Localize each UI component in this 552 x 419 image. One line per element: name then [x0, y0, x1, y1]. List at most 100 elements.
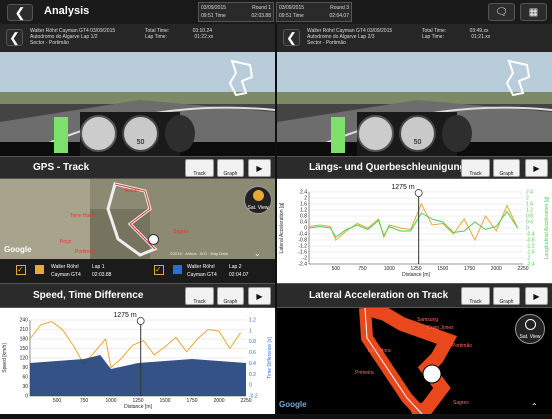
y2-tick-label: -2.4	[526, 262, 535, 268]
y2-tick-label: 0.4	[249, 361, 256, 367]
video-panel-right[interactable]: ❮ Walter Röhrl Cayman GT4 03/09/2015 Auto…	[277, 24, 552, 156]
lap1-time: 02:03.88	[92, 272, 112, 278]
map-label: Craig Jones	[427, 325, 454, 331]
y2-tick-label: 0.2	[249, 372, 256, 378]
graph-view-button[interactable]: Graph	[217, 159, 244, 177]
map-label: Ascari	[125, 188, 139, 194]
graph-view-button[interactable]: Graph	[493, 287, 520, 305]
y2-tick-label: 0	[249, 383, 252, 389]
map-label: Sagres	[453, 400, 469, 406]
chevron-down-icon[interactable]: ⌄	[254, 249, 261, 258]
chevron-up-icon[interactable]: ⌃	[531, 402, 538, 411]
track-minimap-right	[505, 59, 531, 97]
lap1-color-swatch	[35, 265, 44, 274]
x-tick-label: 1500	[159, 398, 170, 404]
speed-panel-header: Speed, Time Difference Track Graph ▶	[0, 283, 275, 308]
play-button[interactable]: ▶	[525, 159, 548, 177]
track-view-button[interactable]: Track	[185, 287, 214, 305]
y-tick-label: 60	[22, 375, 28, 381]
speedometer-right: 50	[399, 115, 436, 152]
video-back-button[interactable]: ❮	[283, 29, 300, 46]
position-marker-handle	[414, 189, 423, 197]
google-logo: Google	[4, 245, 32, 254]
lat-on-track-header: Lateral Acceleration on Track Track Grap…	[277, 283, 552, 308]
track-minimap-left	[228, 59, 254, 97]
gforce-gauge-right	[442, 115, 472, 152]
lap1-checkbox[interactable]: ✓	[16, 265, 26, 275]
play-button[interactable]: ▶	[248, 287, 271, 305]
position-marker-label: 1275 m	[391, 184, 415, 191]
sat-view-button[interactable]: Sat. View	[515, 314, 545, 344]
x-tick-label: 1000	[105, 398, 116, 404]
lap-legend: ✓ Walter Röhrl Lap 1 Cayman GT4 02:03.88…	[0, 259, 275, 283]
lateral-longitudinal-header: Längs- und Querbeschleunigung Track Grap…	[277, 156, 552, 179]
y2-tick-label: 0.8	[249, 339, 256, 345]
map-label: Torre Hora	[70, 213, 94, 219]
x-tick-label: 750	[80, 398, 89, 404]
gps-map[interactable]: Ascari Torre Hora Sagres Poço Portimão S…	[0, 179, 275, 259]
globe-icon	[253, 190, 264, 201]
graph-view-button[interactable]: Graph	[217, 287, 244, 305]
chevron-left-icon: ❮	[14, 4, 26, 20]
video-sector: Sector - Portimão	[307, 40, 346, 46]
steering-wheel-right	[357, 115, 394, 152]
map-label: Portimão	[452, 343, 473, 349]
car-position-marker	[148, 234, 159, 245]
globe-icon	[525, 319, 536, 330]
play-button[interactable]: ▶	[525, 287, 548, 305]
track-view-button[interactable]: Track	[185, 159, 214, 177]
x-tick-label: 500	[332, 266, 341, 272]
lap2-checkbox[interactable]: ✓	[154, 265, 164, 275]
throttle-bar-left	[54, 117, 68, 153]
y-tick-label: -2.4	[298, 262, 307, 268]
steering-wheel-left	[80, 115, 117, 152]
map-label: Portimão	[75, 249, 96, 255]
map-label: Primeira	[355, 370, 374, 376]
page-title: Analysis	[44, 5, 90, 17]
comment-button[interactable]: 🗨	[488, 3, 515, 21]
x-tick-label: 2000	[491, 266, 502, 272]
x-axis-label: Distance [m]	[124, 404, 152, 410]
session-round: Round 3	[330, 5, 349, 11]
sat-view-label: Sat. View	[247, 205, 269, 211]
map-label: Samsung	[417, 317, 439, 323]
lat-track-map[interactable]: Samsung Craig Jones Portimão Torre Hora …	[277, 308, 552, 414]
x-tick-label: 1750	[186, 398, 197, 404]
layout-button[interactable]: ▦	[520, 3, 547, 21]
play-button[interactable]: ▶	[248, 159, 271, 177]
track-view-button[interactable]: Track	[461, 287, 490, 305]
x-tick-label: 500	[53, 398, 62, 404]
x-tick-label: 750	[358, 266, 367, 272]
video-sector: Sector - Portimão	[30, 40, 69, 46]
speed-chart-panel[interactable]: 240 210 180 150 120 90 60 30 0 500 750 1000 1250 1500…	[0, 308, 275, 414]
panel-title: Längs- und Querbeschleunigung	[309, 162, 466, 173]
map-label: Poço	[60, 239, 72, 245]
position-marker-label: 1275 m	[113, 312, 137, 319]
back-button[interactable]: ❮	[7, 4, 33, 21]
y-tick-label: 150	[20, 346, 29, 352]
y2-axis-label: Time Difference [s]	[267, 337, 273, 379]
y-tick-label: 90	[22, 365, 28, 371]
video-back-button[interactable]: ❮	[6, 29, 23, 46]
y-axis-label: Speed [km/h]	[2, 343, 8, 373]
position-marker-handle	[136, 317, 145, 325]
track-view-button[interactable]: Track	[461, 159, 490, 177]
lat-accel-chart-panel[interactable]: 2.4 2 1.6 1.2 0.8 0.4 0 -0.4 -0.8 -1.2 -1.6 -2 -2.4 5…	[277, 179, 552, 283]
y-tick-label: 0	[25, 394, 28, 400]
session-date: 03/09/2015	[201, 5, 227, 11]
y-tick-label: 30	[22, 384, 28, 390]
x-tick-label: 1750	[464, 266, 475, 272]
session-selector-1[interactable]: 03/09/2015 Round 1 09:51 Time 02:03.88	[198, 2, 274, 22]
video-panel-left[interactable]: ❮ Walter Röhrl Cayman GT4 03/09/2015 Auto…	[0, 24, 275, 156]
series-area-time-difference	[30, 355, 246, 396]
y-axis-label: Lateral Acceleration [g]	[279, 202, 285, 253]
sat-view-label: Sat. View	[519, 334, 541, 340]
google-logo: Google	[279, 400, 307, 409]
session-selector-2[interactable]: 03/09/2015 Round 3 09:51 Time 02:04.07	[276, 2, 352, 22]
y2-axis-label: Longitudinal Acceleration [g]	[544, 196, 550, 259]
session-round: Round 1	[252, 5, 271, 11]
sat-view-button[interactable]: Sat. View	[244, 186, 272, 214]
y2-tick-label: -0.2	[249, 394, 258, 400]
chevron-left-icon: ❮	[9, 29, 20, 45]
graph-view-button[interactable]: Graph	[493, 159, 520, 177]
